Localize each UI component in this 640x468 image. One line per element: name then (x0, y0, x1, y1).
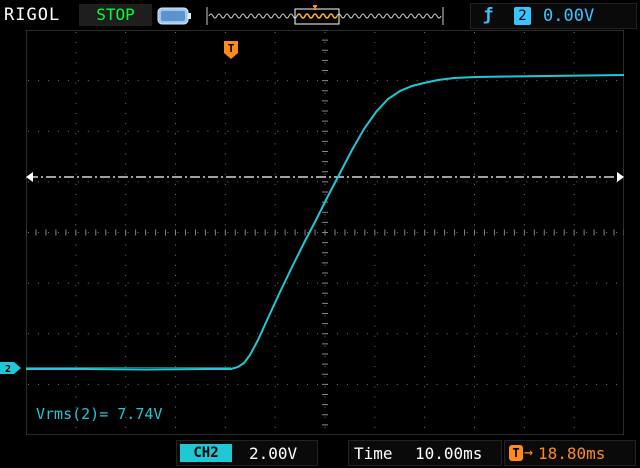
trigger-offset-value: 18.80ms (538, 444, 606, 463)
run-stop-status[interactable]: STOP (79, 4, 152, 26)
bottom-status-bar: CH2 2.00V Time 10.00ms T → 18.80ms (0, 437, 640, 468)
top-status-bar: RIGOL STOP ƒ 2 0.00V (0, 0, 640, 30)
time-label: Time (354, 444, 393, 463)
trigger-offset-icon: T (509, 445, 523, 461)
waveform-display[interactable] (26, 30, 624, 435)
channel-2-ground-marker[interactable]: 2 (0, 361, 22, 375)
time-scale-value: 10.00ms (415, 444, 483, 463)
channel-marker-label: 2 (5, 364, 11, 375)
trigger-offset-settings[interactable]: T → 18.80ms (504, 440, 636, 466)
channel-label: CH2 (180, 444, 232, 462)
right-arrow-icon: → (524, 443, 534, 461)
trigger-time-marker-icon[interactable]: T (223, 40, 239, 60)
brand-logo: RIGOL (4, 5, 61, 25)
channel-2-settings[interactable]: CH2 2.00V (176, 440, 318, 466)
trigger-level-value: 0.00V (543, 6, 595, 26)
trigger-marker-label: T (228, 42, 235, 55)
trigger-source-badge: 2 (514, 7, 531, 25)
timebase-settings[interactable]: Time 10.00ms (348, 440, 502, 466)
rising-edge-icon: ƒ (483, 5, 494, 25)
battery-icon (157, 7, 191, 25)
trigger-settings[interactable]: ƒ 2 0.00V (470, 3, 637, 29)
channel-vertical-scale: 2.00V (249, 444, 298, 463)
memory-depth-icon[interactable] (205, 5, 445, 27)
vrms-measurement: Vrms(2)= 7.74V (36, 405, 163, 423)
